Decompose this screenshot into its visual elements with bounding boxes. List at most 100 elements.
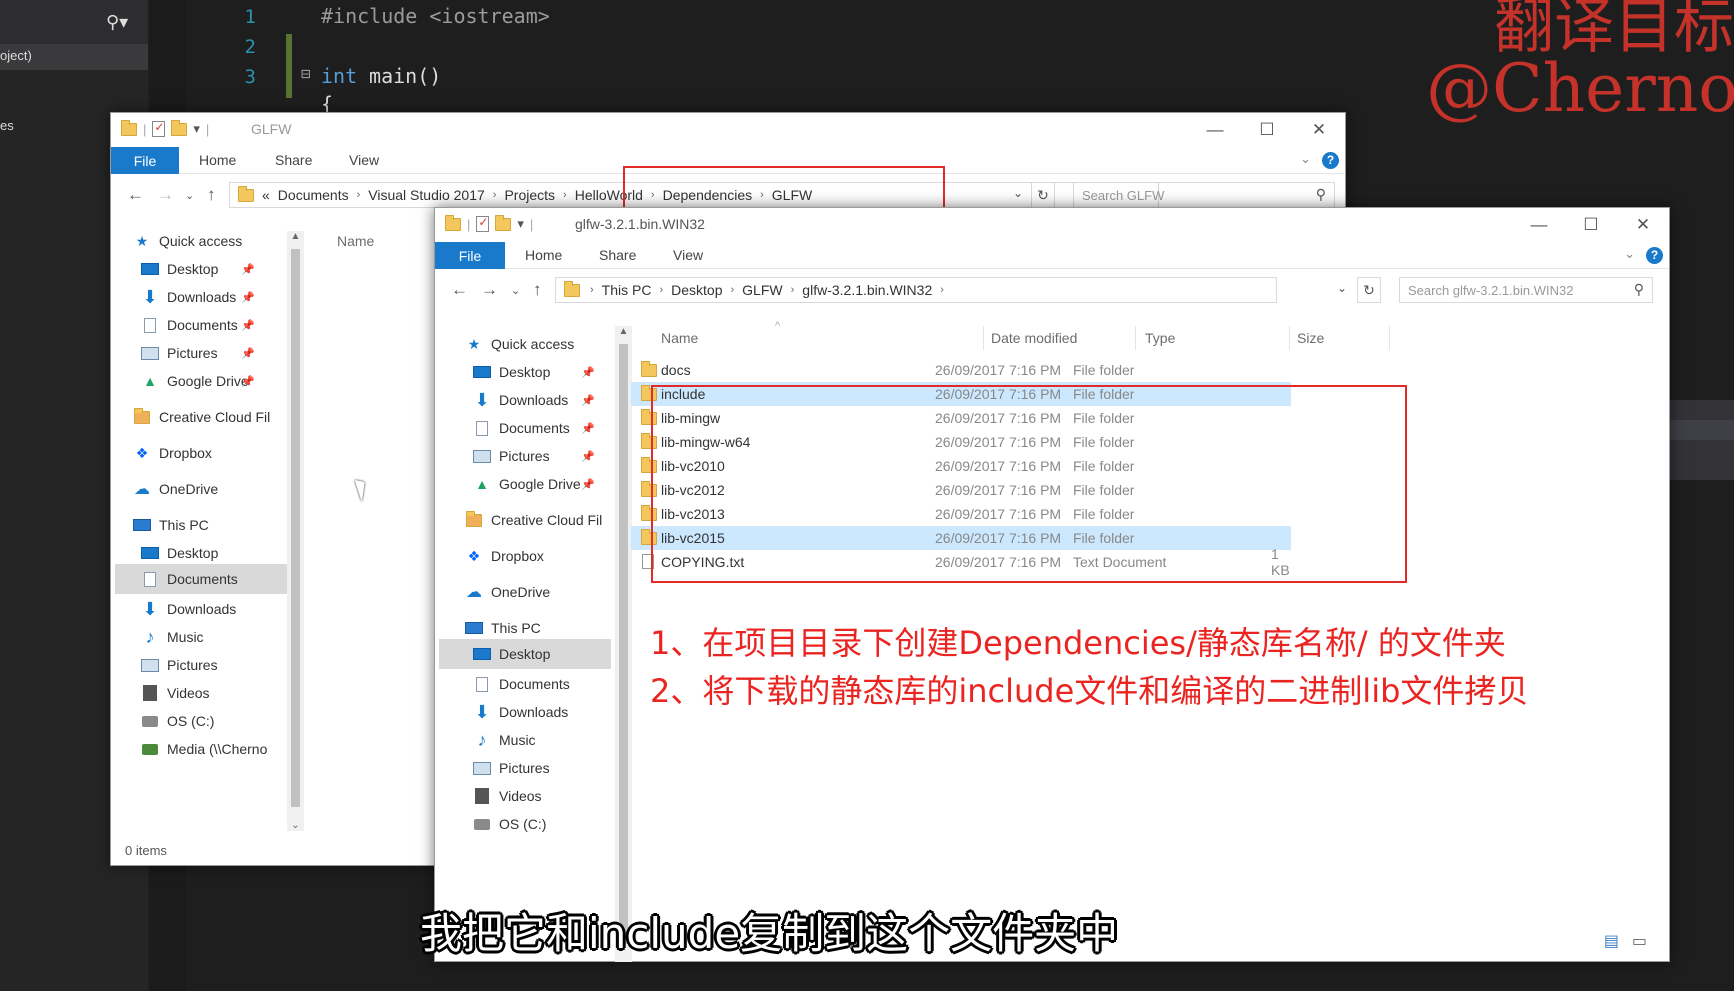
- new-folder-icon[interactable]: [495, 214, 512, 231]
- scroll-thumb[interactable]: [291, 249, 300, 807]
- download-icon: ⬇: [142, 598, 158, 619]
- nav-pc-media[interactable]: Media (\\Cherno: [141, 734, 291, 764]
- explorer-window-glfw-bin[interactable]: | ▾ | glfw-3.2.1.bin.WIN32 — ☐ ✕ File Ho…: [434, 207, 1670, 962]
- nav-creative-cloud[interactable]: Creative Cloud Fil: [133, 402, 270, 432]
- nav-pc-downloads[interactable]: ⬇ Downloads: [141, 594, 236, 624]
- tab-share[interactable]: Share: [275, 152, 312, 168]
- file-row[interactable]: docs 26/09/2017 7:16 PM File folder: [631, 358, 1291, 382]
- help-icon[interactable]: ?: [1322, 152, 1339, 169]
- search-icon[interactable]: ⚲▾: [106, 12, 128, 33]
- refresh-button[interactable]: ↻: [1357, 277, 1381, 303]
- forward-icon[interactable]: →: [481, 280, 498, 300]
- title-bar[interactable]: | ▾ | glfw-3.2.1.bin.WIN32 — ☐ ✕: [435, 208, 1669, 242]
- minimize-icon[interactable]: —: [1189, 113, 1241, 147]
- nav-pc-osc[interactable]: OS (C:): [473, 809, 546, 839]
- help-icon[interactable]: ?: [1646, 247, 1663, 264]
- column-header-date[interactable]: Date modified: [991, 330, 1077, 346]
- nav-documents[interactable]: Documents 📌: [141, 310, 261, 340]
- nav-pc-videos[interactable]: Videos: [141, 678, 210, 708]
- nav-desktop[interactable]: Desktop 📌: [141, 254, 261, 284]
- breadcrumb-item[interactable]: GLFW: [742, 282, 782, 298]
- scroll-thumb[interactable]: [619, 344, 628, 944]
- nav-downloads[interactable]: ⬇ Downloads 📌: [473, 385, 601, 415]
- breadcrumb-item[interactable]: Visual Studio 2017: [368, 187, 485, 203]
- nav-scrollbar[interactable]: ▲: [615, 326, 632, 962]
- properties-icon[interactable]: [476, 215, 490, 232]
- breadcrumb-item[interactable]: This PC: [602, 282, 652, 298]
- chevron-down-icon[interactable]: ⌄: [1624, 246, 1635, 262]
- nav-quick-access[interactable]: ★ Quick access: [133, 226, 243, 256]
- nav-pictures[interactable]: Pictures 📌: [141, 338, 261, 368]
- maximize-icon[interactable]: ☐: [1565, 208, 1617, 242]
- tab-view[interactable]: View: [673, 247, 703, 263]
- refresh-button[interactable]: ↻: [1031, 182, 1055, 208]
- scroll-up-icon[interactable]: ▲: [287, 231, 304, 242]
- nav-google-drive[interactable]: ▲ Google Drive 📌: [141, 366, 261, 396]
- column-header-type[interactable]: Type: [1145, 330, 1175, 346]
- title-bar[interactable]: | ▾ | GLFW — ☐ ✕: [111, 113, 1345, 147]
- breadcrumb-item[interactable]: Documents: [278, 187, 349, 203]
- chevron-down-icon[interactable]: ⌄: [1300, 151, 1311, 167]
- scroll-down-icon[interactable]: ⌄: [287, 820, 304, 831]
- tab-file[interactable]: File: [435, 242, 505, 269]
- breadcrumb-item[interactable]: Projects: [504, 187, 555, 203]
- nav-pc-music[interactable]: ♪ Music: [141, 622, 204, 652]
- nav-downloads[interactable]: ⬇ Downloads 📌: [141, 282, 261, 312]
- address-dropdown-icon[interactable]: ⌄: [1337, 281, 1347, 295]
- breadcrumb-overflow[interactable]: «: [262, 187, 270, 203]
- back-icon[interactable]: ←: [451, 280, 468, 300]
- scroll-up-icon[interactable]: ▲: [615, 326, 632, 337]
- minimize-icon[interactable]: —: [1513, 208, 1565, 242]
- nav-pc-downloads[interactable]: ⬇ Downloads: [473, 697, 568, 727]
- tab-file[interactable]: File: [111, 147, 179, 174]
- nav-pc-pictures[interactable]: Pictures: [141, 650, 218, 680]
- properties-icon[interactable]: [152, 120, 166, 137]
- tab-home[interactable]: Home: [525, 247, 562, 263]
- nav-creative-cloud[interactable]: Creative Cloud Fil: [465, 505, 615, 535]
- nav-dropbox[interactable]: ❖ Dropbox: [465, 541, 544, 571]
- column-header-size[interactable]: Size: [1297, 330, 1324, 346]
- close-icon[interactable]: ✕: [1617, 208, 1669, 242]
- breadcrumb-item[interactable]: glfw-3.2.1.bin.WIN32: [802, 282, 932, 298]
- maximize-icon[interactable]: ☐: [1241, 113, 1293, 147]
- close-icon[interactable]: ✕: [1293, 113, 1345, 147]
- nav-pc-osc[interactable]: OS (C:): [141, 706, 214, 736]
- nav-quick-access[interactable]: ★ Quick access: [465, 329, 575, 359]
- tab-home[interactable]: Home: [199, 152, 236, 168]
- column-header-name[interactable]: Name: [661, 330, 698, 346]
- address-dropdown-icon[interactable]: ⌄: [1013, 186, 1023, 200]
- nav-pc-pictures[interactable]: Pictures: [473, 753, 550, 783]
- breadcrumb-item[interactable]: Desktop: [671, 282, 722, 298]
- nav-this-pc[interactable]: This PC: [133, 510, 209, 540]
- recent-locations-icon[interactable]: ⌄: [511, 284, 520, 297]
- column-header-name[interactable]: Name: [337, 233, 374, 249]
- nav-dropbox[interactable]: ❖ Dropbox: [133, 438, 212, 468]
- back-icon[interactable]: ←: [127, 185, 144, 205]
- nav-onedrive[interactable]: ☁ OneDrive: [133, 474, 218, 504]
- up-icon[interactable]: ↑: [533, 280, 542, 300]
- nav-pc-videos[interactable]: Videos: [473, 781, 542, 811]
- nav-desktop[interactable]: Desktop 📌: [473, 357, 601, 387]
- new-folder-icon[interactable]: [171, 119, 188, 136]
- collapse-icon[interactable]: ⊟: [301, 64, 311, 83]
- nav-pc-documents[interactable]: Documents: [473, 669, 570, 699]
- address-bar[interactable]: › This PC › Desktop › GLFW › glfw-3.2.1.…: [555, 277, 1277, 303]
- nav-onedrive[interactable]: ☁ OneDrive: [465, 577, 550, 607]
- recent-locations-icon[interactable]: ⌄: [185, 189, 194, 202]
- details-view-icon[interactable]: ▤: [1604, 931, 1619, 951]
- nav-documents[interactable]: Documents 📌: [473, 413, 601, 443]
- nav-pc-music[interactable]: ♪ Music: [473, 725, 536, 755]
- large-icons-view-icon[interactable]: ▭: [1632, 931, 1647, 951]
- nav-google-drive[interactable]: ▲ Google Drive 📌: [473, 469, 601, 499]
- up-icon[interactable]: ↑: [207, 185, 216, 205]
- nav-label: Desktop: [499, 646, 551, 662]
- nav-pictures[interactable]: Pictures 📌: [473, 441, 601, 471]
- nav-scrollbar[interactable]: ▲ ⌄: [287, 231, 304, 831]
- tab-share[interactable]: Share: [599, 247, 636, 263]
- forward-icon[interactable]: →: [157, 185, 174, 205]
- nav-pc-documents[interactable]: Documents: [115, 564, 291, 594]
- nav-pc-desktop[interactable]: Desktop: [439, 639, 611, 669]
- search-input[interactable]: Search GLFW ⚲: [1073, 182, 1335, 208]
- search-input[interactable]: Search glfw-3.2.1.bin.WIN32 ⚲: [1399, 277, 1653, 303]
- tab-view[interactable]: View: [349, 152, 379, 168]
